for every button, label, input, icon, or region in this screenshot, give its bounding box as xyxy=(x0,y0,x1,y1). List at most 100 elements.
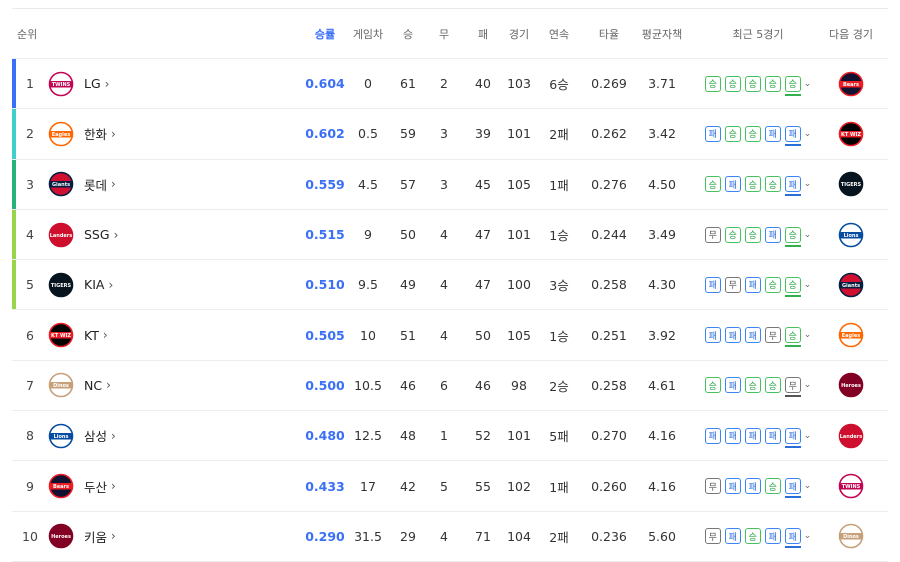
team-cell[interactable]: Eagles 한화 › xyxy=(48,109,268,158)
team-cell[interactable]: Giants 롯데 › xyxy=(48,160,268,209)
table-row[interactable]: 7 Dinos NC › 0.500 10.5 46 6 46 98 2승 0.258 4.61 승 패 승 승… xyxy=(12,361,888,412)
last-5-boxes: 무패패승패 xyxy=(704,478,801,499)
team-cell[interactable]: Landers SSG › xyxy=(48,210,268,259)
chevron-down-icon[interactable]: ⌄ xyxy=(804,280,812,290)
chevron-down-icon[interactable]: ⌄ xyxy=(804,230,812,240)
era: 3.42 xyxy=(648,126,676,142)
chevron-right-icon[interactable]: › xyxy=(103,328,108,342)
team-name[interactable]: 한화 xyxy=(84,124,107,143)
chevron-right-icon[interactable]: › xyxy=(111,127,116,141)
svg-text:Bears: Bears xyxy=(53,484,69,490)
next-opponent-logo[interactable]: Lions xyxy=(830,210,872,259)
team-logo: Heroes xyxy=(48,523,74,549)
last-5-games: 패 패 패 무 승 ⌄ xyxy=(698,310,818,359)
games-behind: 10 xyxy=(360,327,376,343)
last-5-boxes: 패패패무승 xyxy=(704,327,801,348)
team-cell[interactable]: TWINS LG › xyxy=(48,59,268,108)
team-name[interactable]: NC xyxy=(84,378,102,393)
wins: 29 xyxy=(400,528,416,544)
streak: 1패 xyxy=(549,479,569,495)
chevron-down-icon[interactable]: ⌄ xyxy=(804,179,812,189)
result-badge-loss: 패 xyxy=(744,276,761,293)
losses: 47 xyxy=(475,277,491,293)
chevron-right-icon[interactable]: › xyxy=(106,378,111,392)
rank-cell: 5 xyxy=(26,277,34,293)
last-5-boxes: 패승승패패 xyxy=(704,125,801,146)
chevron-right-icon[interactable]: › xyxy=(111,429,116,443)
last-5-boxes: 승승승승승 xyxy=(704,75,801,96)
draws: 3 xyxy=(440,176,448,192)
team-cell[interactable]: Lions 삼성 › xyxy=(48,411,268,460)
header-draws: 무 xyxy=(438,27,450,41)
batting-avg: 0.260 xyxy=(591,478,627,494)
next-opponent-logo[interactable]: Eagles xyxy=(830,310,872,359)
header-next-game: 다음 경기 xyxy=(829,27,873,41)
batting-avg: 0.244 xyxy=(591,227,627,243)
next-opponent-logo[interactable]: Landers xyxy=(830,411,872,460)
svg-text:Dinos: Dinos xyxy=(53,384,69,390)
chevron-down-icon[interactable]: ⌄ xyxy=(804,531,812,541)
chevron-right-icon[interactable]: › xyxy=(111,177,116,191)
result-badge-win: 승 xyxy=(744,125,761,142)
table-row[interactable]: 1 TWINS LG › 0.604 0 61 2 40 103 6승 0.269 3.71 승 승 승 승 승 ⌄… xyxy=(12,59,888,110)
chevron-down-icon[interactable]: ⌄ xyxy=(804,330,812,340)
chevron-right-icon[interactable]: › xyxy=(111,479,116,493)
next-opponent-logo[interactable]: Giants xyxy=(830,260,872,309)
result-badge-loss: 패 xyxy=(784,125,801,146)
team-cell[interactable]: Bears 두산 › xyxy=(48,461,268,510)
team-name[interactable]: 롯데 xyxy=(84,175,107,194)
svg-text:Landers: Landers xyxy=(840,434,863,440)
team-cell[interactable]: TIGERS KIA › xyxy=(48,260,268,309)
team-cell[interactable]: KT WIZ KT › xyxy=(48,310,268,359)
table-row[interactable]: 9 Bears 두산 › 0.433 17 42 5 55 102 1패 0.260 4.16 무 패 패 승 패… xyxy=(12,461,888,512)
batting-avg: 0.258 xyxy=(591,377,627,393)
last-5-games: 무 승 승 패 승 ⌄ xyxy=(698,210,818,259)
chevron-down-icon[interactable]: ⌄ xyxy=(804,129,812,139)
twins-logo-icon: TWINS xyxy=(838,473,864,499)
chevron-down-icon[interactable]: ⌄ xyxy=(804,481,812,491)
table-row[interactable]: 6 KT WIZ KT › 0.505 10 51 4 50 105 1승 0.251 3.92 패 패 패 무… xyxy=(12,310,888,361)
chevron-right-icon[interactable]: › xyxy=(108,278,113,292)
team-name[interactable]: 삼성 xyxy=(84,426,107,445)
team-cell[interactable]: Dinos NC › xyxy=(48,361,268,410)
table-row[interactable]: 8 Lions 삼성 › 0.480 12.5 48 1 52 101 5패 0.270 4.16 패 패 패… xyxy=(12,411,888,462)
chevron-down-icon[interactable]: ⌄ xyxy=(804,380,812,390)
table-row[interactable]: 10 Heroes 키움 › 0.290 31.5 29 4 71 104 2패 0.236 5.60 무… xyxy=(12,512,888,562)
team-name[interactable]: KIA xyxy=(84,277,104,292)
result-badge-draw: 무 xyxy=(704,226,721,243)
streak: 1승 xyxy=(549,328,569,344)
header-wins: 승 xyxy=(402,27,414,41)
table-row[interactable]: 2 Eagles 한화 › 0.602 0.5 59 3 39 101 2패 0.262 3.42 패 승 승… xyxy=(12,109,888,160)
next-opponent-logo[interactable]: TIGERS xyxy=(830,160,872,209)
table-row[interactable]: 5 TIGERS KIA › 0.510 9.5 49 4 47 100 3승 0.258 4.30 패 무… xyxy=(12,260,888,311)
chevron-right-icon[interactable]: › xyxy=(114,228,119,242)
team-logo: TIGERS xyxy=(838,171,864,197)
team-name[interactable]: 두산 xyxy=(84,477,107,496)
result-badge-win: 승 xyxy=(724,226,741,243)
chevron-down-icon[interactable]: ⌄ xyxy=(804,79,812,89)
chevron-right-icon[interactable]: › xyxy=(105,77,110,91)
streak: 2패 xyxy=(549,529,569,545)
result-badge-win: 승 xyxy=(764,478,781,495)
table-row[interactable]: 3 Giants 롯데 › 0.559 4.5 57 3 45 105 1패 0.276 4.50 승 패 승… xyxy=(12,159,888,210)
team-name[interactable]: SSG xyxy=(84,227,110,242)
result-badge-draw: 무 xyxy=(704,528,721,545)
next-opponent-logo[interactable]: TWINS xyxy=(830,461,872,510)
chevron-right-icon[interactable]: › xyxy=(111,529,116,543)
wiz-logo-icon: KT WIZ xyxy=(838,121,864,147)
team-name[interactable]: LG xyxy=(84,76,101,91)
team-cell[interactable]: Heroes 키움 › xyxy=(48,512,268,561)
team-name[interactable]: KT xyxy=(84,328,99,343)
chevron-down-icon[interactable]: ⌄ xyxy=(804,431,812,441)
wins: 50 xyxy=(400,227,416,243)
table-row[interactable]: 4 Landers SSG › 0.515 9 50 4 47 101 1승 0.244 3.49 무 승 승… xyxy=(12,209,888,261)
next-opponent-logo[interactable]: Bears xyxy=(830,59,872,108)
next-opponent-logo[interactable]: KT WIZ xyxy=(830,109,872,158)
dinos-logo-icon: Dinos xyxy=(838,524,864,549)
team-logo: TIGERS xyxy=(48,272,74,298)
result-badge-win: 승 xyxy=(724,125,741,142)
next-opponent-logo[interactable]: Dinos xyxy=(830,512,872,561)
team-name[interactable]: 키움 xyxy=(84,527,107,546)
result-badge-win: 승 xyxy=(764,176,781,193)
next-opponent-logo[interactable]: Heroes xyxy=(830,361,872,410)
